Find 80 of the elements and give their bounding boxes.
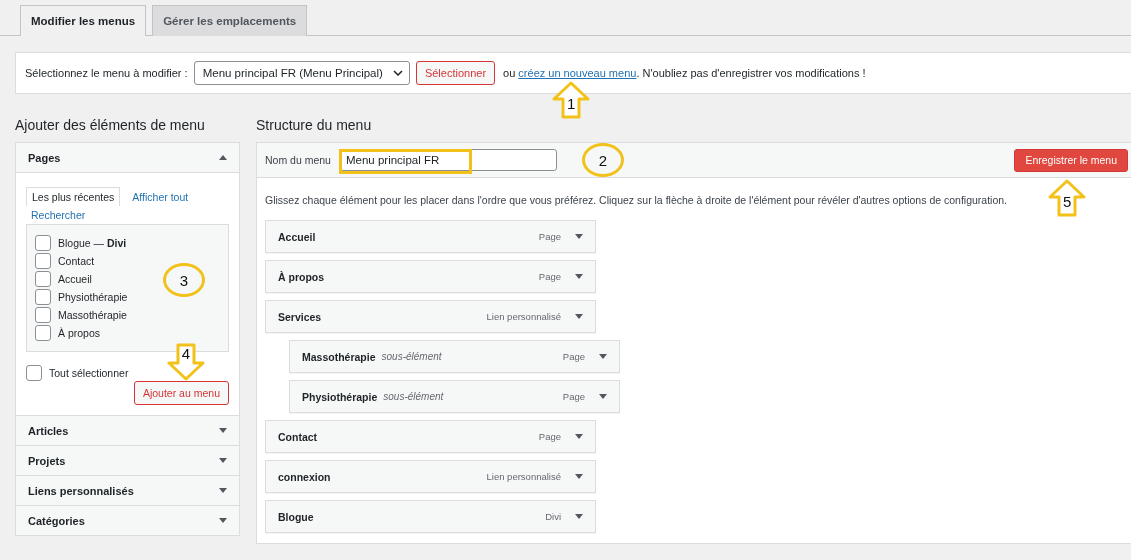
item-title: Physiothérapie [302,390,378,403]
instructions-text: Glissez chaque élément pour les placer dans l'ordre que vous préférez. Cliquez sur la flèche à droite de l'élément pour révéler d'autres options de configuration. [265,194,1007,206]
checkbox[interactable] [35,271,51,287]
collapse-caret-icon[interactable] [219,155,227,160]
expand-caret-icon[interactable] [575,434,583,439]
callout-arrow [1047,178,1088,217]
item-type: Page [538,271,561,282]
step-number: 5 [1062,193,1073,210]
menu-item[interactable]: Accueil Page [265,220,596,253]
item-type: Lien personnalisé [486,471,561,482]
checkbox[interactable] [35,235,51,251]
menu-item[interactable]: Blogue Divi [265,500,596,533]
expand-caret-icon[interactable] [219,488,227,493]
expand-caret-icon[interactable] [219,518,227,523]
checkbox-label: Contact [58,255,95,267]
checkbox[interactable] [35,325,51,341]
item-title: Accueil [278,230,316,243]
field-label: Nom du menu [265,154,331,166]
step-number: 4 [180,346,192,362]
tab[interactable]: Gérer les emplacements [152,5,308,36]
expand-caret-icon[interactable] [575,314,583,319]
item-title: Contact [278,430,318,443]
checkbox-label: À propos [58,327,101,339]
accordion-header[interactable]: Catégories [16,506,239,535]
panel-tab[interactable]: Les plus récentes [26,187,121,206]
menu-item[interactable]: Physiothérapie sous-élément Page [289,380,620,413]
panel-heading: Structure du menu [256,116,373,134]
item-title: Massothérapie [302,350,376,363]
item-type: Page [562,391,585,402]
expand-caret-icon[interactable] [575,234,583,239]
expand-caret-icon[interactable] [219,458,227,463]
step-marker: 3 [163,263,205,297]
checkbox[interactable] [35,289,51,305]
tab[interactable]: Modifier les menus [20,5,147,36]
checkbox[interactable] [35,307,51,323]
expand-caret-icon[interactable] [219,428,227,433]
item-type: Divi [545,511,561,522]
item-type: Page [538,231,561,242]
checkbox[interactable] [35,253,51,269]
hint-text: ou créez un nouveau menu. N'oubliez pas d'enregistrer vos modifications ! [503,67,866,79]
menu-dropdown[interactable]: Menu principal FR (Menu Principal) [193,61,410,85]
checkbox-label: Massothérapie [58,309,127,321]
item-title: À propos [278,270,325,283]
step-number: 1 [565,96,577,112]
expand-caret-icon[interactable] [575,274,583,279]
step-marker: 2 [581,143,624,177]
save-menu-button[interactable]: Enregistrer le menu [1014,148,1128,172]
item-type: Page [538,431,561,442]
item-type: Lien personnalisé [486,311,561,322]
menu-item[interactable]: connexion Lien personnalisé [265,460,596,493]
checkbox-label: Accueil [58,273,92,285]
menu-item[interactable]: Services Lien personnalisé [265,300,596,333]
panel-heading: Ajouter des éléments de menu [15,116,206,134]
menu-item[interactable]: À propos Page [265,260,596,293]
checkbox-label: Blogue — Divi [58,237,127,249]
item-type: Page [562,351,585,362]
item-title: connexion [278,470,331,483]
accordion-header[interactable]: Liens personnalisés [16,476,239,505]
select-button[interactable]: Sélectionner [415,61,496,85]
accordion-header[interactable]: Articles [16,416,239,445]
item-title: Services [278,310,322,323]
expand-caret-icon[interactable] [599,354,607,359]
panel-tab[interactable]: Rechercher [26,206,91,224]
menu-item[interactable]: Massothérapie sous-élément Page [289,340,620,373]
item-sublabel: sous-élément [383,391,444,402]
checkbox-label: Physiothérapie [58,291,128,303]
field-label: Sélectionnez le menu à modifier : [25,67,188,79]
item-title: Blogue [278,510,314,523]
menu-item[interactable]: Contact Page [265,420,596,453]
expand-caret-icon[interactable] [575,514,583,519]
item-sublabel: sous-élément [381,351,442,362]
accordion-header[interactable]: Pages [16,143,239,173]
add-to-menu-button[interactable]: Ajouter au menu [133,381,229,405]
expand-caret-icon[interactable] [575,474,583,479]
panel-tab[interactable]: Afficher tout [127,187,194,206]
expand-caret-icon[interactable] [599,394,607,399]
chevron-icon [392,70,403,76]
checkbox-label: Tout sélectionner [49,367,129,379]
accordion-header[interactable]: Projets [16,446,239,475]
checkbox[interactable] [26,365,42,381]
